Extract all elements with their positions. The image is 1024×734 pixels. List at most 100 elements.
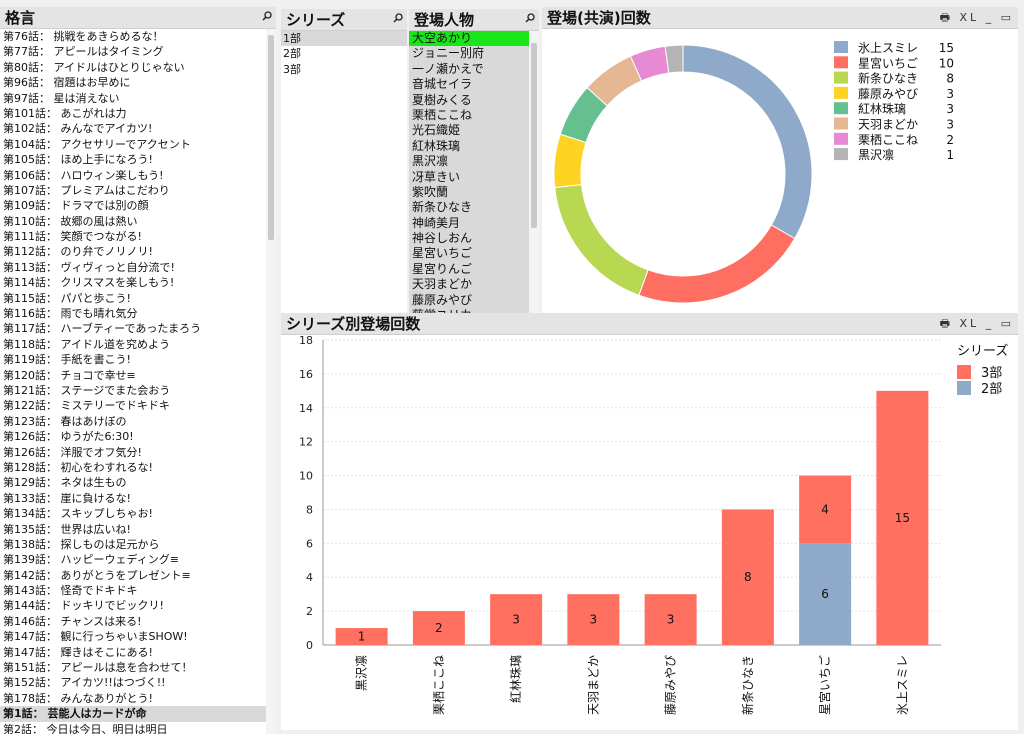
quote-list-item[interactable]: 第142話： ありがとうをプレゼント≡ [0, 568, 266, 583]
donut-slice[interactable] [638, 224, 796, 304]
quote-list-item[interactable]: 第97話： 星は消えない [0, 91, 266, 106]
character-list-item[interactable]: 藤原みやび [409, 293, 529, 308]
quote-list-item[interactable]: 第116話： 雨でも晴れ気分 [0, 306, 266, 321]
quote-list-item[interactable]: 第113話： ヴィヴィっと自分流で! [0, 260, 266, 275]
quote-list-item[interactable]: 第101話： あこがれは力 [0, 106, 266, 121]
character-list-item[interactable]: 紫吹蘭 [409, 185, 529, 200]
character-list-item[interactable]: 栗栖ここね [409, 108, 529, 123]
quote-list-item[interactable]: 第109話： ドラマでは別の顔 [0, 198, 266, 213]
series-list-item[interactable]: 2部 [281, 46, 407, 61]
x-tick-label: 星宮いちご [817, 655, 832, 715]
quote-list-item[interactable]: 第102話： みんなでアイカツ! [0, 121, 266, 136]
quote-list-item[interactable]: 第143話： 怪奇でドキドキ [0, 583, 266, 598]
quote-list-item[interactable]: 第134話： スキップしちゃお! [0, 506, 266, 521]
character-list-item[interactable]: 大空あかり [409, 31, 529, 47]
quotes-scroll-thumb[interactable] [268, 35, 274, 240]
quote-list-item[interactable]: 第129話： ネタは生もの [0, 475, 266, 490]
quote-list-item[interactable]: 第115話： パパと歩こう! [0, 291, 266, 306]
quote-list-item[interactable]: 第133話： 崖に負けるな! [0, 491, 266, 506]
quote-list-item[interactable]: 第139話： ハッピーウェディング≡ [0, 552, 266, 567]
donut-slice[interactable] [682, 44, 813, 240]
quote-list-item[interactable]: 第146話： チャンスは来る! [0, 614, 266, 629]
quote-list-item[interactable]: 第76話： 挑戦をあきらめるな！ [0, 29, 266, 44]
quote-list-item[interactable]: 第107話： プレミアムはこだわり [0, 183, 266, 198]
quote-list-item[interactable]: 第147話： 輝きはそこにある! [0, 645, 266, 660]
quote-list-item[interactable]: 第119話： 手紙を書こう! [0, 352, 266, 367]
quotes-scrollbar[interactable] [266, 29, 276, 734]
quote-list-item[interactable]: 第96話： 宿題はお早めに [0, 75, 266, 90]
quote-list-item[interactable]: 第147話： 観に行っちゃいまSHOW! [0, 629, 266, 644]
series-list[interactable]: 1部 2部 3部 [281, 31, 407, 314]
quote-list-item[interactable]: 第112話： のり弁でノリノリ! [0, 244, 266, 259]
y-tick-label: 8 [306, 503, 313, 516]
quote-list-item[interactable]: 第152話： アイカツ!!はつづく!! [0, 675, 266, 690]
characters-scrollbar[interactable] [529, 31, 539, 314]
panel-controls-icon[interactable]: 🖶 XL _ ▭ [940, 313, 1014, 334]
characters-list[interactable]: 大空あかり ジョニー別府 一ノ瀬かえで 音城セイラ 夏樹みくる 栗栖ここね 光石織姫 紅林珠璃… [409, 31, 529, 314]
character-list-item[interactable]: 光石織姫 [409, 123, 529, 138]
quote-list-item[interactable]: 第110話： 故郷の風は熱い [0, 214, 266, 229]
quotes-list[interactable]: 第76話： 挑戦をあきらめるな！ 第77話： アピールはタイミング 第80話： アイ… [0, 29, 266, 734]
quote-list-item[interactable]: 第105話： ほめ上手になろう! [0, 152, 266, 167]
character-list-item[interactable]: 神谷しおん [409, 231, 529, 246]
quote-list-item[interactable]: 第151話： アピールは息を合わせて！ [0, 660, 266, 675]
legend-value: 8 [946, 72, 954, 86]
character-list-item[interactable]: 天羽まどか [409, 277, 529, 292]
donut-caption: 登場(共演)回数 🖶 XL _ ▭ [542, 7, 1018, 29]
quote-list-item[interactable]: 第77話： アピールはタイミング [0, 44, 266, 59]
legend-label: 天羽まどか [858, 118, 918, 132]
character-list-item[interactable]: 星宮りんご [409, 262, 529, 277]
donut-slice[interactable] [554, 184, 649, 296]
characters-panel: 登場人物 大空あかり ジョニー別府 一ノ瀬かえで 音城セイラ 夏樹みくる 栗栖ここね 光石織… [409, 9, 539, 314]
quote-list-item[interactable]: 第126話： ゆうがた6:30! [0, 429, 266, 444]
character-list-item[interactable]: 新条ひなき [409, 200, 529, 215]
quote-list-item[interactable]: 第123話： 春はあけぼの [0, 414, 266, 429]
quote-list-item[interactable]: 第114話： クリスマスを楽しもう! [0, 275, 266, 290]
y-tick-label: 12 [299, 436, 313, 449]
quote-list-item[interactable]: 第121話： ステージでまた会おう [0, 383, 266, 398]
character-list-item[interactable]: 音城セイラ [409, 77, 529, 92]
quote-list-item[interactable]: 第80話： アイドルはひとりじゃない [0, 60, 266, 75]
quote-list-item[interactable]: 第135話： 世界は広いね! [0, 522, 266, 537]
quote-list-item[interactable]: 第126話： 洋服でオフ気分! [0, 445, 266, 460]
character-list-item[interactable]: ジョニー別府 [409, 46, 529, 61]
bar-value-label: 3 [512, 613, 520, 627]
quote-list-item[interactable]: 第138話： 探しものは足元から [0, 537, 266, 552]
legend-label: 氷上スミレ [858, 41, 918, 55]
bar-panel: シリーズ別登場回数 🖶 XL _ ▭ 0 2 4 6 8 10 12 14 16 18 1 黒沢凛 2 栗… [281, 313, 1018, 730]
quote-list-item[interactable]: 第2話： 今日は今日、明日は明日 [0, 722, 266, 734]
quote-list-item[interactable]: 第122話： ミステリーでドキドキ [0, 398, 266, 413]
legend-label: 新条ひなき [858, 71, 918, 86]
bar-value-label: 8 [744, 570, 752, 584]
characters-scroll-thumb[interactable] [531, 43, 537, 228]
search-icon[interactable] [525, 13, 535, 23]
search-icon[interactable] [393, 13, 403, 23]
quotes-caption: 格言 [0, 7, 276, 29]
donut-slice[interactable] [553, 133, 587, 189]
quote-list-item[interactable]: 第144話： ドッキリでビックリ! [0, 598, 266, 613]
series-list-item[interactable]: 1部 [281, 31, 407, 47]
quote-list-item[interactable]: 第128話： 初心をわすれるな! [0, 460, 266, 475]
character-list-item[interactable]: 星宮いちご [409, 246, 529, 261]
character-list-item[interactable]: 紅林珠璃 [409, 139, 529, 154]
quote-list-item[interactable]: 第118話： アイドル道を究めよう [0, 337, 266, 352]
character-list-item[interactable]: 一ノ瀬かえで [409, 62, 529, 77]
character-list-item[interactable]: 黒沢凛 [409, 154, 529, 169]
character-list-item[interactable]: 神崎美月 [409, 216, 529, 231]
quote-list-item[interactable]: 第104話： アクセサリーでアクセント [0, 137, 266, 152]
series-list-item[interactable]: 3部 [281, 62, 407, 77]
quote-list-item[interactable]: 第106話： ハロウィン楽しもう! [0, 168, 266, 183]
quote-list-item[interactable]: 第111話： 笑顔でつながる! [0, 229, 266, 244]
bar-caption: シリーズ別登場回数 🖶 XL _ ▭ [281, 313, 1018, 335]
quote-list-item[interactable]: 第1話： 芸能人はカードが命 [0, 706, 266, 722]
panel-controls-icon[interactable]: 🖶 XL _ ▭ [940, 7, 1014, 28]
quote-list-item[interactable]: 第120話： チョコで幸せ≡ [0, 368, 266, 383]
donut-slice[interactable] [664, 44, 684, 74]
quote-list-item[interactable]: 第117話： ハーブティーであったまろう [0, 321, 266, 336]
bar-value-label: 3 [590, 613, 598, 627]
quote-list-item[interactable]: 第178話： みんなありがとう! [0, 691, 266, 706]
legend-label: 藤原みやび [858, 87, 918, 101]
character-list-item[interactable]: 冴草きい [409, 170, 529, 185]
search-icon[interactable] [262, 11, 272, 21]
character-list-item[interactable]: 夏樹みくる [409, 93, 529, 108]
